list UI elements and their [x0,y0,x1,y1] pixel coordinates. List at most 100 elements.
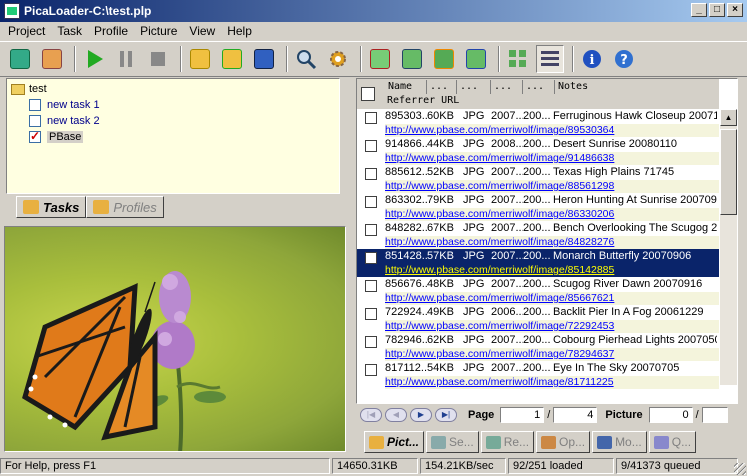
vertical-scrollbar[interactable]: ▲ [720,109,737,385]
list-item[interactable]: 895303...60KB JPG 2007...200... Ferruginous… [357,109,719,137]
new-task-button[interactable] [6,45,34,73]
list-item[interactable]: 851428...57KB JPG 2007...200... Monarch But… [357,249,719,277]
referrer-link[interactable]: http://www.pbase.com/merriwolf/image/722… [385,320,719,333]
referrer-link[interactable]: http://www.pbase.com/merriwolf/image/856… [385,292,719,305]
list-item[interactable]: 848282...67KB JPG 2007...200... Bench Overl… [357,221,719,249]
column-header-name[interactable]: Name [385,80,427,94]
menu-picture[interactable]: Picture [134,24,183,38]
task-checkbox[interactable] [29,115,41,127]
menu-project[interactable]: Project [2,24,51,38]
scroll-thumb[interactable] [720,129,737,215]
row-checkbox[interactable] [365,308,377,320]
column-header-size[interactable]: ... [427,80,457,94]
remove-task-button[interactable] [38,45,66,73]
tree-item[interactable]: PBase [11,129,335,145]
referrer-link[interactable]: http://www.pbase.com/merriwolf/image/851… [385,264,719,277]
resize-grip[interactable] [734,463,746,475]
column-header-referrer[interactable]: Referrer URL [387,95,459,106]
column-header-date-modified[interactable]: ... [523,80,555,94]
tab-monitor[interactable]: Mo... [592,431,647,453]
tab-queue[interactable]: Q... [648,431,697,453]
download-button[interactable] [430,45,458,73]
picture-list: Name ... ... ... ... Notes Referrer URL … [356,78,738,404]
tree-item[interactable]: new task 1 [11,97,335,113]
stop-button[interactable] [144,45,172,73]
referrer-link[interactable]: http://www.pbase.com/merriwolf/image/848… [385,236,719,249]
pause-button[interactable] [112,45,140,73]
picture-label: Picture [605,409,643,421]
start-button[interactable] [80,45,108,73]
minimize-button[interactable]: _ [691,3,707,17]
info-button[interactable]: i [578,45,606,73]
next-page-button[interactable]: ▶ [410,408,432,422]
new-task-icon [10,49,30,69]
cell-name: 856676... [385,278,427,290]
list-item[interactable]: 722924...49KB JPG 2006...200... Backlit Pie… [357,305,719,333]
row-checkbox[interactable] [365,112,377,124]
maximize-button[interactable]: □ [709,3,725,17]
tab-results[interactable]: Re... [480,431,535,453]
list-item[interactable]: 914866...44KB JPG 2008...200... Desert Sunr… [357,137,719,165]
list-item[interactable]: 885612...52KB JPG 2007...200... Texas High … [357,165,719,193]
task-checkbox[interactable] [29,99,41,111]
row-checkbox[interactable] [365,364,377,376]
row-checkbox[interactable] [365,140,377,152]
tab-pictures[interactable]: Pict... [364,431,425,453]
save-button[interactable] [250,45,278,73]
row-checkbox[interactable] [365,196,377,208]
row-checkbox[interactable] [365,280,377,292]
tree-root[interactable]: test [11,81,335,97]
search-button[interactable] [292,45,320,73]
tree-item[interactable]: new task 2 [11,113,335,129]
column-header-notes[interactable]: Notes [555,80,719,94]
row-checkbox[interactable] [365,336,377,348]
right-tab-bar: Pict... Se... Re... Op... Mo... Q... [364,431,698,453]
copy-button[interactable] [398,45,426,73]
menu-task[interactable]: Task [51,24,88,38]
referrer-link[interactable]: http://www.pbase.com/merriwolf/image/817… [385,376,719,389]
row-checkbox[interactable] [365,252,377,264]
export-button[interactable] [218,45,246,73]
list-view-button[interactable] [536,45,564,73]
referrer-link[interactable]: http://www.pbase.com/merriwolf/image/885… [385,180,719,193]
tab-label: Q... [671,435,692,449]
open-folder-button[interactable] [186,45,214,73]
tab-search[interactable]: Se... [426,431,479,453]
list-item[interactable]: 817112...54KB JPG 2007...200... Eye In The … [357,361,719,389]
delete-button[interactable] [366,45,394,73]
row-checkbox[interactable] [365,168,377,180]
tab-profiles[interactable]: Profiles [86,196,164,218]
last-page-button[interactable]: ▶| [435,408,457,422]
first-page-button[interactable]: |◀ [360,408,382,422]
cell-date2: 200... [523,306,551,318]
tab-options[interactable]: Op... [536,431,591,453]
scroll-up-button[interactable]: ▲ [720,109,737,126]
thumbnail-view-button[interactable] [504,45,532,73]
list-item[interactable]: 863302...79KB JPG 2007...200... Heron Hunti… [357,193,719,221]
picture-input[interactable]: 0 [648,407,693,423]
referrer-link[interactable]: http://www.pbase.com/merriwolf/image/782… [385,348,719,361]
select-all-checkbox[interactable] [361,87,375,101]
help-button[interactable]: ? [610,45,638,73]
prev-page-button[interactable]: ◀ [385,408,407,422]
page-input[interactable]: 1 [500,407,545,423]
column-header-date[interactable]: ... [491,80,523,94]
referrer-link[interactable]: http://www.pbase.com/merriwolf/image/895… [385,124,719,137]
menu-profile[interactable]: Profile [88,24,134,38]
task-checkbox[interactable] [29,129,41,143]
close-button[interactable]: × [727,3,743,17]
cell-type: JPG [463,334,485,346]
tab-tasks[interactable]: Tasks [16,196,87,218]
settings-button[interactable] [324,45,352,73]
menu-help[interactable]: Help [221,24,258,38]
list-item[interactable]: 856676...48KB JPG 2007...200... Scugog Rive… [357,277,719,305]
menu-view[interactable]: View [183,24,221,38]
column-header-type[interactable]: ... [457,80,491,94]
row-checkbox[interactable] [365,224,377,236]
cell-date2: 200... [523,138,551,150]
referrer-link[interactable]: http://www.pbase.com/merriwolf/image/863… [385,208,719,221]
referrer-link[interactable]: http://www.pbase.com/merriwolf/image/914… [385,152,719,165]
list-item[interactable]: 782946...62KB JPG 2007...200... Cobourg Pie… [357,333,719,361]
save-icon [254,49,274,69]
properties-button[interactable] [462,45,490,73]
